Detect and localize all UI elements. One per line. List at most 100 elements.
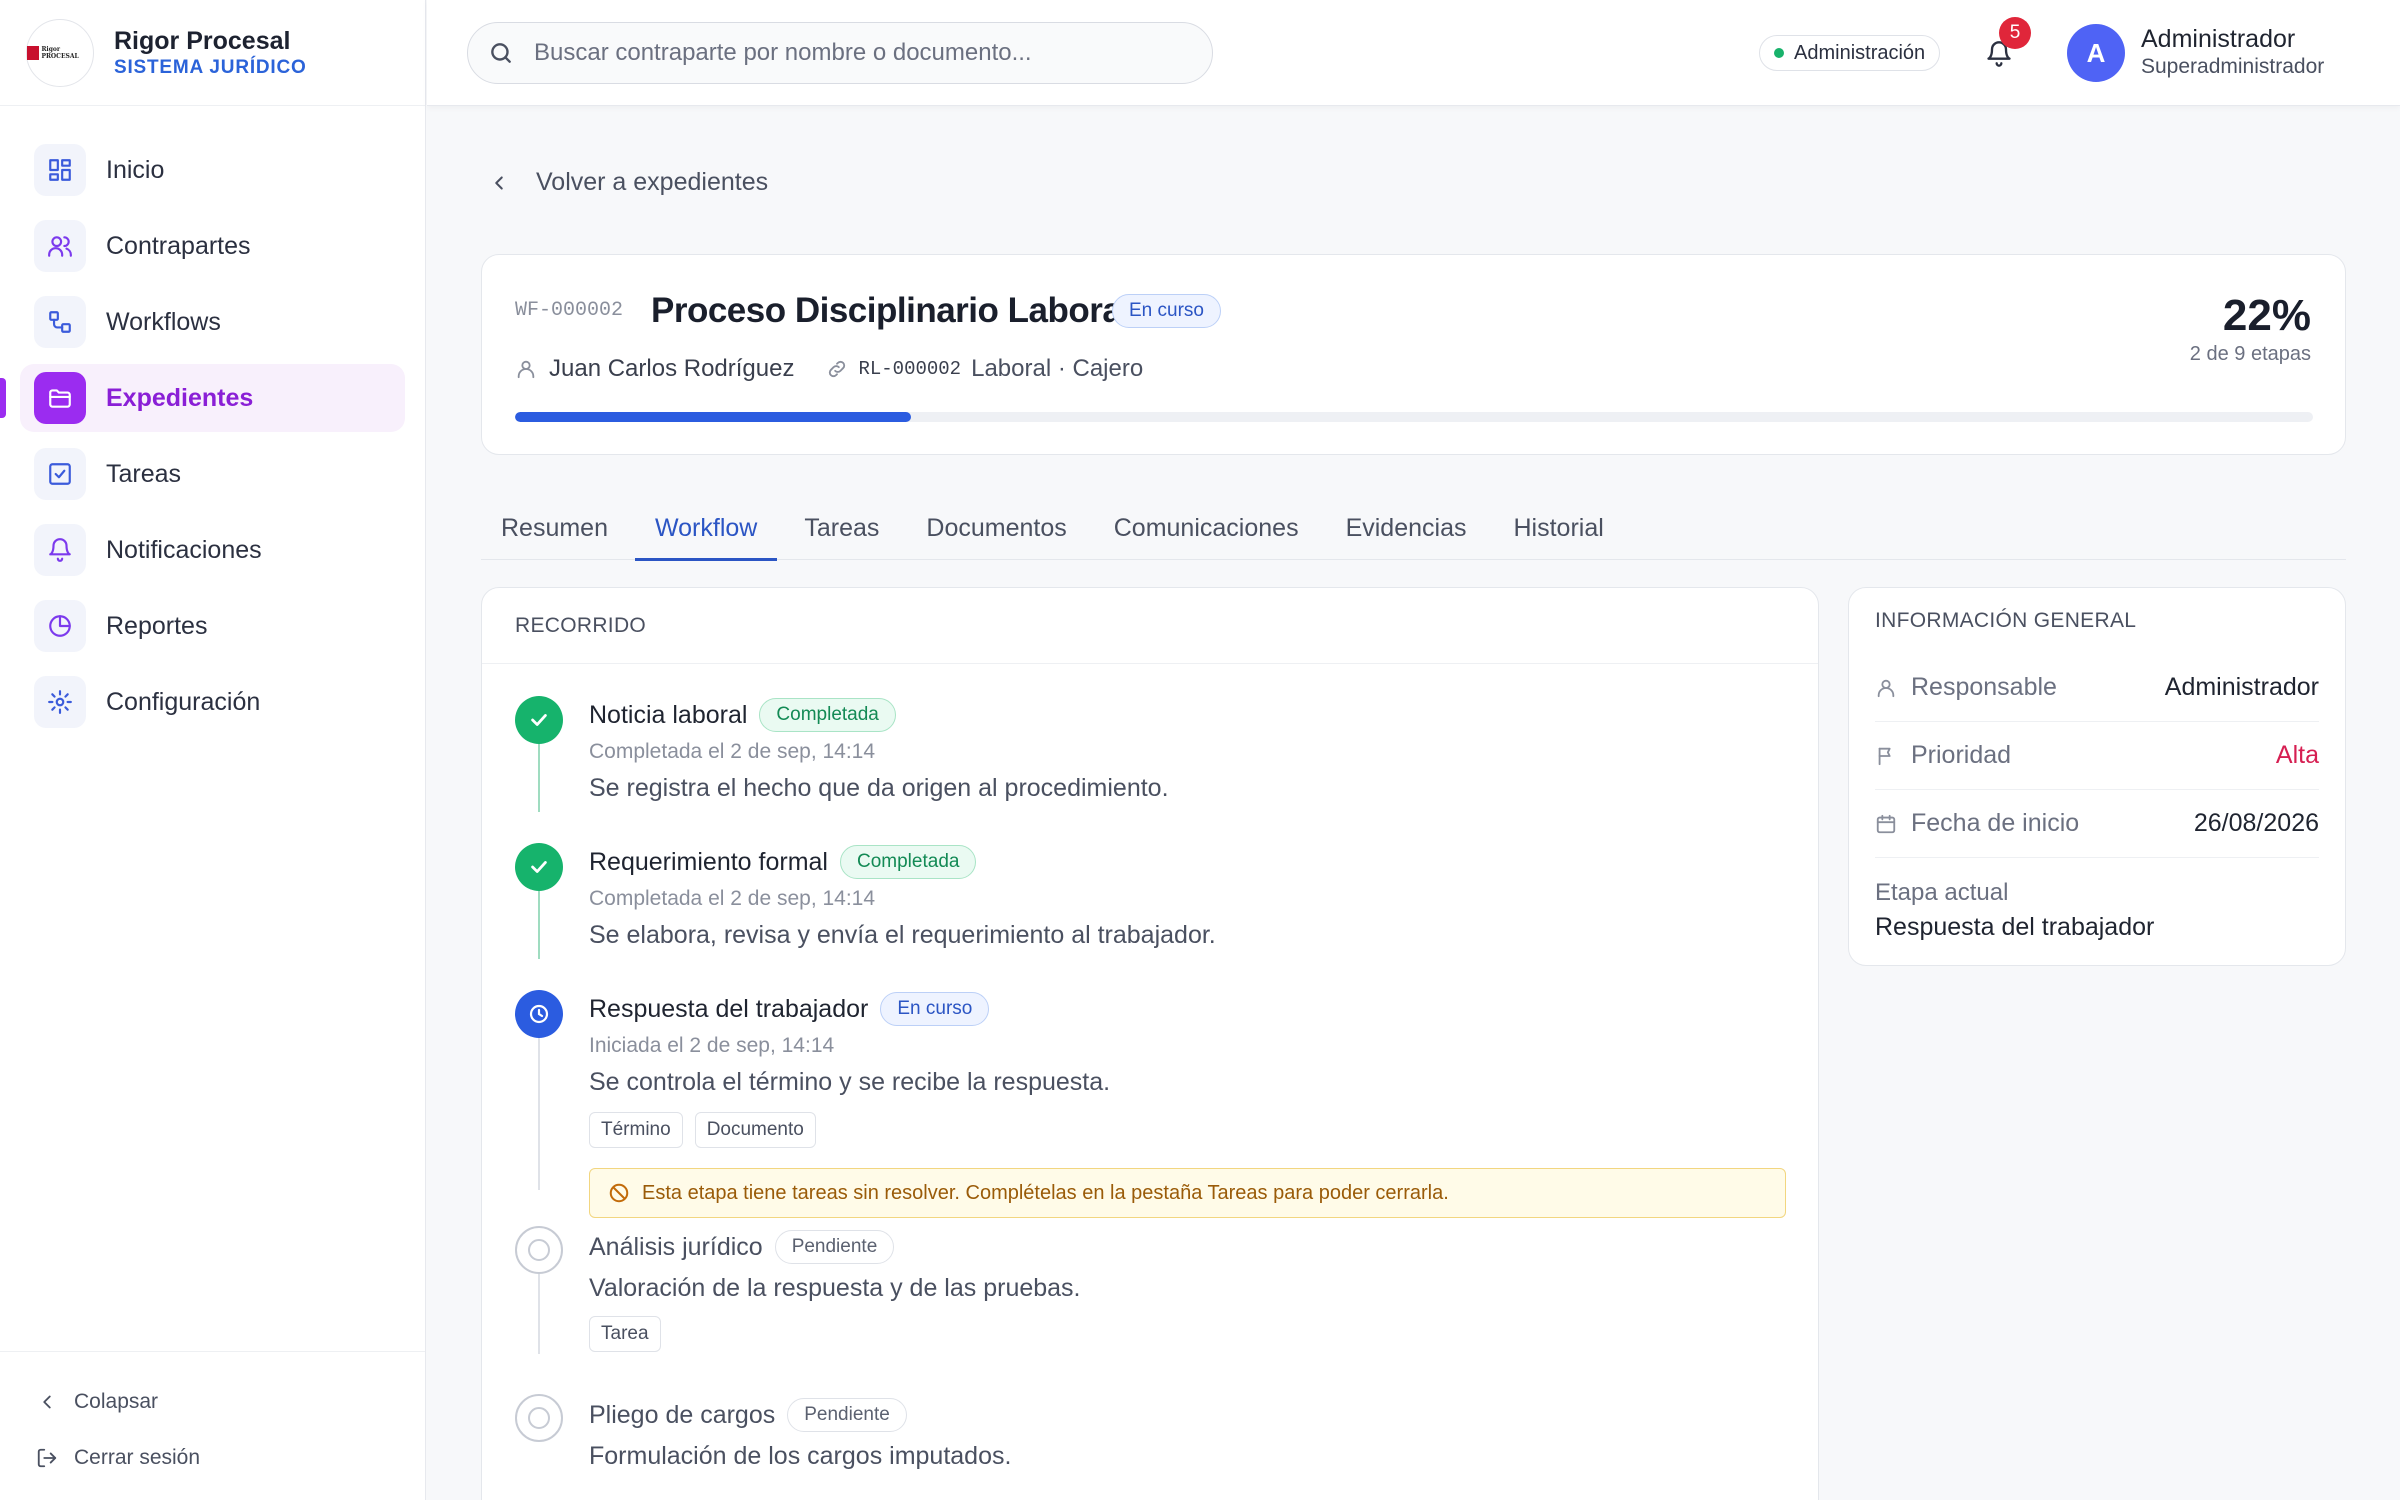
environment-badge[interactable]: Administración	[1759, 35, 1941, 71]
notification-count-badge: 5	[1999, 17, 2031, 49]
sidebar-item-configuracion[interactable]: Configuración	[20, 668, 405, 736]
chevron-left-icon	[495, 175, 503, 190]
grid-icon	[34, 144, 86, 196]
search-input[interactable]	[534, 39, 1174, 67]
sidebar-footer: Colapsar Cerrar sesión	[0, 1351, 425, 1500]
step-status-badge: Completada	[840, 845, 977, 879]
workflow-icon	[34, 296, 86, 348]
progress-percent: 22%	[2222, 291, 2311, 340]
tab-comunicaciones[interactable]: Comunicaciones	[1094, 500, 1319, 560]
logout-label: Cerrar sesión	[74, 1446, 201, 1469]
info-current-stage: Etapa actual Respuesta del trabajador	[1875, 858, 2319, 944]
info-title: INFORMACIÓN GENERAL	[1875, 609, 2137, 632]
sidebar-item-tareas[interactable]: Tareas	[20, 440, 405, 508]
user-menu[interactable]: Administrador Superadministrador	[2141, 24, 2324, 80]
sidebar-item-contrapartes[interactable]: Contrapartes	[20, 212, 405, 280]
tab-documentos[interactable]: Documentos	[906, 500, 1086, 560]
logout-icon	[37, 1448, 57, 1468]
logo-square-icon	[27, 45, 40, 60]
step-description: Se controla el término y se recibe la re…	[589, 1068, 1111, 1096]
info-label: Fecha de inicio	[1911, 809, 2080, 837]
step-status-badge: Pendiente	[787, 1398, 907, 1432]
tab-workflow[interactable]: Workflow	[635, 500, 778, 561]
sidebar-item-notificaciones[interactable]: Notificaciones	[20, 516, 405, 584]
info-value: 26/08/2026	[2193, 809, 2319, 837]
route-panel: RECORRIDO Noticia laboral Completada Com…	[481, 587, 1819, 1500]
brand-subtitle: SISTEMA JURÍDICO	[114, 56, 307, 78]
page-title: Proceso Disciplinario Laboral	[651, 291, 1131, 330]
info-label: Etapa actual	[1875, 879, 2009, 906]
back-label: Volver a expedientes	[536, 168, 769, 196]
case-reference[interactable]: RL-000002	[858, 358, 961, 380]
user-icon	[1877, 679, 1895, 697]
warning-text: Esta etapa tiene tareas sin resolver. Co…	[642, 1181, 1449, 1204]
progress-stages: 2 de 9 etapas	[2189, 343, 2311, 365]
flag-icon	[1878, 747, 1891, 765]
tab-evidencias[interactable]: Evidencias	[1326, 500, 1487, 560]
sidebar-item-label: Tareas	[106, 459, 182, 488]
step-status-badge: Pendiente	[774, 1230, 895, 1264]
step-name: Requerimiento formal	[589, 847, 828, 876]
tabs: Resumen Workflow Tareas Documentos Comun…	[481, 500, 2346, 561]
tab-resumen[interactable]: Resumen	[481, 500, 628, 560]
logout-button[interactable]: Cerrar sesión	[36, 1430, 425, 1486]
topbar: Administración 5 A Administrador Superad…	[427, 0, 2400, 106]
step-timestamp: Iniciada el 2 de sep, 14:14	[589, 1034, 835, 1057]
logo-text: Rigor PROCESAL	[41, 45, 79, 60]
search-icon	[491, 43, 511, 63]
route-title: RECORRIDO	[482, 588, 1818, 664]
brand-logo[interactable]: Rigor PROCESAL	[26, 18, 94, 87]
users-icon	[34, 220, 86, 272]
status-dot	[1774, 48, 1784, 58]
tab-historial[interactable]: Historial	[1493, 500, 1623, 560]
step-node	[515, 696, 563, 744]
sidebar-item-reportes[interactable]: Reportes	[20, 592, 405, 660]
sidebar-item-expedientes[interactable]: Expedientes	[0, 364, 405, 432]
tab-tareas[interactable]: Tareas	[784, 500, 899, 560]
calendar-icon	[1876, 814, 1896, 833]
sidebar-item-label: Reportes	[106, 611, 208, 640]
user-role: Superadministrador	[2141, 55, 2325, 78]
info-value: Respuesta del trabajador	[1875, 913, 2155, 941]
step-tag: Documento	[694, 1112, 816, 1148]
check-icon	[531, 714, 547, 726]
step-name: Pliego de cargos	[589, 1400, 776, 1429]
step-status-badge: Completada	[759, 698, 896, 732]
logo-mark: Rigor PROCESAL	[27, 45, 93, 60]
step-name: Respuesta del trabajador	[589, 994, 869, 1023]
step-description: Valoración de la respuesta y de las prue…	[589, 1274, 1081, 1302]
case-code: WF-000002	[515, 299, 624, 322]
step-node	[515, 843, 563, 891]
back-link[interactable]: Volver a expedientes	[488, 168, 768, 197]
collapse-label: Colapsar	[74, 1390, 159, 1413]
step-tag: Tarea	[589, 1316, 661, 1352]
step-name: Noticia laboral	[589, 700, 748, 729]
step-description: Formulación de los cargos imputados.	[589, 1442, 1012, 1470]
info-label: Prioridad	[1911, 741, 2012, 769]
bell-icon	[34, 524, 86, 576]
ban-icon	[609, 1183, 629, 1203]
search-box[interactable]	[467, 22, 1213, 84]
collapse-button[interactable]: Colapsar	[36, 1374, 425, 1430]
chevron-left-icon	[43, 1395, 51, 1409]
avatar[interactable]: A	[2067, 24, 2125, 82]
sidebar-item-workflows[interactable]: Workflows	[20, 288, 405, 356]
clock-icon	[529, 1004, 549, 1024]
sidebar-item-label: Contrapartes	[106, 231, 251, 260]
general-info-card: INFORMACIÓN GENERAL Responsable Administ…	[1848, 587, 2346, 966]
step-timestamp: Completada el 2 de sep, 14:14	[589, 740, 876, 763]
step-node	[515, 1226, 563, 1274]
brand: Rigor PROCESAL Rigor Procesal SISTEMA JU…	[0, 0, 425, 106]
step-node	[515, 990, 563, 1038]
info-label: Responsable	[1911, 673, 2057, 701]
info-row-prioridad: Prioridad Alta	[1875, 722, 2319, 790]
case-person[interactable]: Juan Carlos Rodríguez	[549, 355, 794, 383]
case-header-card: WF-000002 Proceso Disciplinario Laboral …	[481, 254, 2346, 455]
link-icon	[829, 360, 846, 378]
sidebar-item-inicio[interactable]: Inicio	[20, 136, 405, 204]
brand-name: Rigor Procesal	[114, 26, 291, 55]
progress-bar-fill	[515, 412, 911, 422]
sidebar-item-label: Workflows	[106, 307, 221, 336]
environment-label: Administración	[1794, 41, 1926, 64]
step-tag: Término	[589, 1112, 683, 1148]
